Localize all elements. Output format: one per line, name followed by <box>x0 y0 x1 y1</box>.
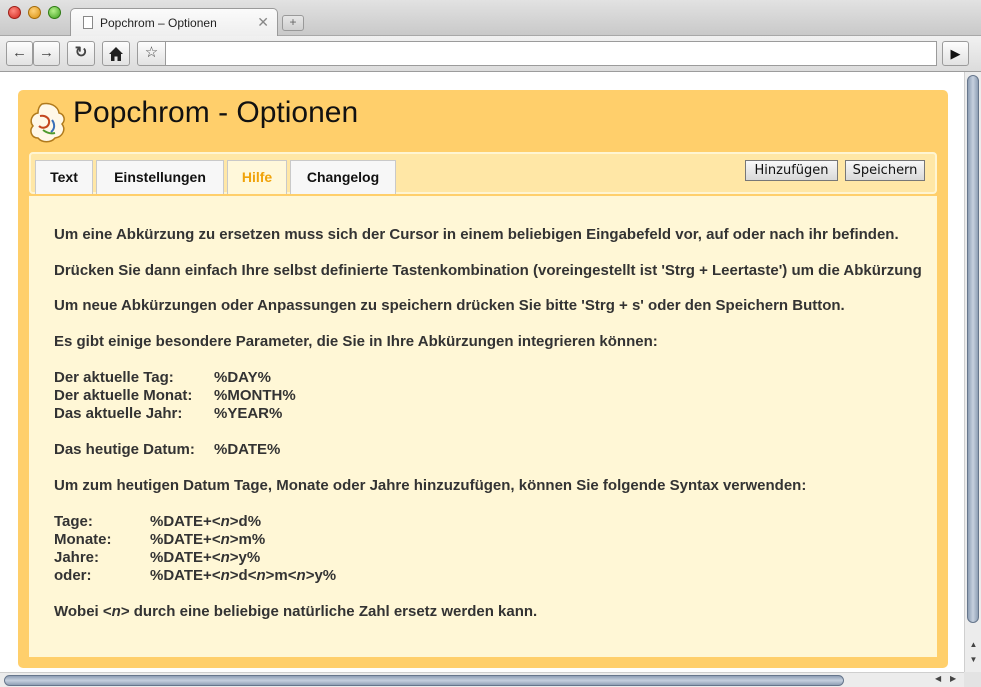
syntax-value-days: %DATE+<n>d% <box>150 513 262 530</box>
close-icon[interactable]: ✕ <box>257 14 269 31</box>
scrollbar-corner <box>964 672 981 687</box>
bookmark-button[interactable]: ☆ <box>137 41 166 66</box>
syntax-value-years: %DATE+<n>y% <box>150 549 261 566</box>
param-value-month: %MONTH% <box>214 387 296 404</box>
syntax-label-days: Tage: <box>54 513 93 530</box>
help-panel: Um eine Abkürzung zu ersetzen muss sich … <box>29 196 937 657</box>
star-icon: ☆ <box>144 44 159 61</box>
scroll-up-icon[interactable]: ▲ <box>968 640 979 649</box>
syntax-value-months: %DATE+<n>m% <box>150 531 266 548</box>
home-icon <box>109 47 123 61</box>
param-label-year: Das aktuelle Jahr: <box>54 405 183 422</box>
reload-icon: ↻ <box>74 44 88 61</box>
save-button[interactable]: Speichern <box>845 160 925 181</box>
plus-icon: + <box>289 15 297 29</box>
title-bar: Popchrom – Optionen ✕ + <box>0 0 981 37</box>
help-paragraph-4: Es gibt einige besondere Parameter, die … <box>54 333 658 350</box>
param-label-date: Das heutige Datum: <box>54 441 195 458</box>
back-arrow-icon: ← <box>12 44 27 61</box>
popchrom-logo-icon <box>30 102 65 143</box>
go-icon: ▶ <box>950 46 961 61</box>
minimize-window-button[interactable] <box>28 6 41 19</box>
address-bar[interactable] <box>166 41 937 66</box>
close-window-button[interactable] <box>8 6 21 19</box>
horizontal-scrollbar[interactable]: ◀ ▶ <box>0 672 964 687</box>
options-frame: Popchrom - Optionen Text Einstellungen H… <box>18 90 948 668</box>
tab-text[interactable]: Text <box>35 160 93 194</box>
scroll-down-icon[interactable]: ▼ <box>968 655 979 664</box>
back-button[interactable]: ← <box>6 41 33 66</box>
zoom-window-button[interactable] <box>48 6 61 19</box>
param-value-day: %DAY% <box>214 369 271 386</box>
forward-arrow-icon: → <box>39 44 54 61</box>
page-icon <box>83 16 93 29</box>
param-label-month: Der aktuelle Monat: <box>54 387 193 404</box>
help-paragraph-3: Um neue Abkürzungen oder Anpassungen zu … <box>54 297 845 314</box>
browser-tab-title: Popchrom – Optionen <box>100 16 217 30</box>
help-paragraph-1: Um eine Abkürzung zu ersetzen muss sich … <box>54 226 899 243</box>
scroll-left-icon[interactable]: ◀ <box>935 674 941 683</box>
tab-changelog[interactable]: Changelog <box>290 160 396 194</box>
reload-button[interactable]: ↻ <box>67 41 95 66</box>
vertical-scrollbar[interactable]: ▲ ▼ <box>964 72 981 672</box>
help-paragraph-6: Wobei <n> durch eine beliebige natürlich… <box>54 603 538 620</box>
horizontal-scroll-thumb[interactable] <box>4 675 844 686</box>
scroll-right-icon[interactable]: ▶ <box>950 674 956 683</box>
param-label-day: Der aktuelle Tag: <box>54 369 174 386</box>
go-button[interactable]: ▶ <box>942 41 969 66</box>
browser-toolbar: ← → ↻ ☆ ▶ <box>0 36 981 72</box>
param-value-date: %DATE% <box>214 441 281 458</box>
syntax-value-combined: %DATE+<n>d<n>m<n>y% <box>150 567 337 584</box>
page-title: Popchrom - Optionen <box>73 96 359 129</box>
forward-button[interactable]: → <box>33 41 60 66</box>
help-paragraph-2: Drücken Sie dann einfach Ihre selbst def… <box>54 262 922 279</box>
new-tab-button[interactable]: + <box>282 15 304 31</box>
browser-tab[interactable]: Popchrom – Optionen ✕ <box>70 8 278 37</box>
options-tab-bar: Text Einstellungen Hilfe Changelog Hinzu… <box>29 152 937 194</box>
vertical-scroll-thumb[interactable] <box>967 75 979 623</box>
help-paragraph-5: Um zum heutigen Datum Tage, Monate oder … <box>54 477 807 494</box>
param-value-year: %YEAR% <box>214 405 283 422</box>
home-button[interactable] <box>102 41 130 66</box>
tab-hilfe[interactable]: Hilfe <box>227 160 287 194</box>
syntax-label-or: oder: <box>54 567 92 584</box>
tab-einstellungen[interactable]: Einstellungen <box>96 160 224 194</box>
add-button[interactable]: Hinzufügen <box>745 160 838 181</box>
syntax-label-years: Jahre: <box>54 549 100 566</box>
syntax-label-months: Monate: <box>54 531 112 548</box>
